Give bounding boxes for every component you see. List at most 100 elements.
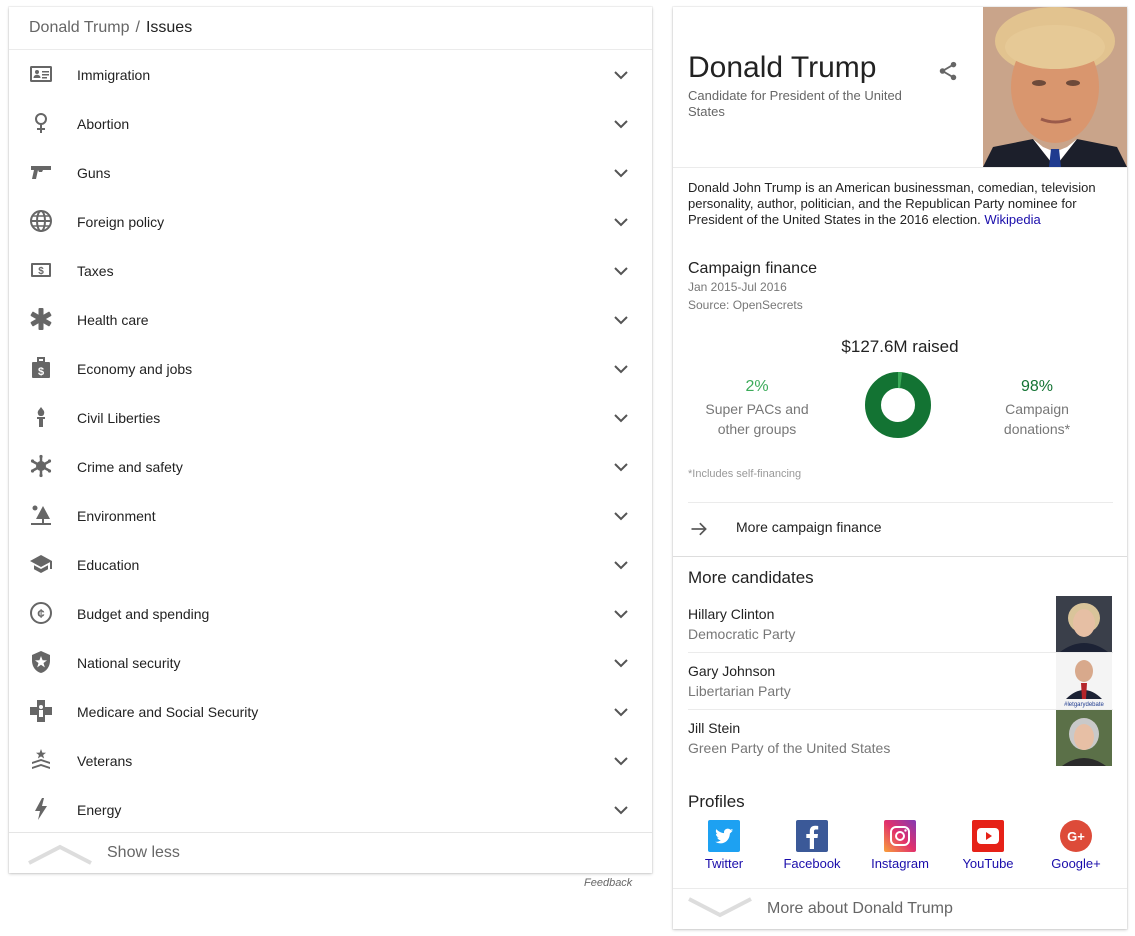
issue-label: Education [77, 556, 140, 573]
super-pac-label-line-1: Super PACs and [705, 401, 809, 417]
chevron-down-icon[interactable] [612, 605, 630, 623]
twitter-icon [708, 820, 740, 852]
issue-label: Immigration [77, 66, 151, 83]
profile-google-plus[interactable]: G+ Google+ [1032, 820, 1120, 871]
candidate-gary-johnson[interactable]: Gary Johnson Libertarian Party #letgaryd… [688, 653, 1112, 709]
issue-label: Budget and spending [77, 605, 210, 622]
torch-icon [29, 405, 53, 429]
chevron-down-icon[interactable] [612, 311, 630, 329]
svg-text:$: $ [38, 266, 44, 277]
issue-row-guns[interactable]: Guns [9, 148, 652, 197]
graduation-cap-icon [29, 552, 53, 576]
candidate-name: Jill Stein [688, 720, 741, 736]
panel-header: Donald Trump Candidate for President of … [673, 7, 1127, 168]
issues-list: Immigration Abortion Guns Foreign policy $ Ta… [9, 50, 652, 834]
profile-facebook[interactable]: Facebook [768, 820, 856, 871]
issue-label: Crime and safety [77, 458, 183, 475]
profile-label: YouTube [962, 856, 1014, 871]
issue-label: National security [77, 654, 181, 671]
feedback-link[interactable]: Feedback [584, 877, 632, 889]
id-card-icon [29, 62, 53, 86]
portrait-photo[interactable] [983, 7, 1127, 167]
svg-text:¢: ¢ [37, 606, 44, 621]
more-campaign-finance-link[interactable]: More campaign finance [673, 503, 1127, 556]
issue-row-national-security[interactable]: National security [9, 638, 652, 687]
chevron-star-icon [29, 748, 53, 772]
finance-donut-chart [865, 372, 931, 438]
chevron-down-icon[interactable] [612, 360, 630, 378]
profile-instagram[interactable]: Instagram [856, 820, 944, 871]
panel-subtitle: Candidate for President of the United St… [688, 88, 902, 119]
medical-asterisk-icon [29, 307, 53, 331]
candidate-jill-stein[interactable]: Jill Stein Green Party of the United Sta… [688, 710, 1112, 766]
issue-label: Health care [77, 311, 149, 328]
profile-label: Google+ [1051, 856, 1101, 871]
show-less-button[interactable]: Show less [9, 832, 652, 873]
issue-label: Environment [77, 507, 156, 524]
issue-label: Civil Liberties [77, 409, 161, 426]
candidate-name: Gary Johnson [688, 663, 776, 679]
youtube-icon [972, 820, 1004, 852]
more-about-button[interactable]: More about Donald Trump [673, 888, 1127, 929]
issue-row-veterans[interactable]: Veterans [9, 736, 652, 785]
super-pac-label: Super PACs and other groups [687, 399, 827, 439]
chevron-down-icon[interactable] [612, 262, 630, 280]
chevron-down-icon[interactable] [612, 458, 630, 476]
issue-row-environment[interactable]: Environment [9, 491, 652, 540]
issue-row-energy[interactable]: Energy [9, 785, 652, 834]
issue-label: Veterans [77, 752, 133, 769]
issue-label: Guns [77, 164, 111, 181]
medical-cross-person-icon [29, 699, 53, 723]
issue-row-civil-liberties[interactable]: Civil Liberties [9, 393, 652, 442]
issue-row-taxes[interactable]: $ Taxes [9, 246, 652, 295]
tree-sun-icon [29, 503, 53, 527]
issue-row-health-care[interactable]: Health care [9, 295, 652, 344]
chevron-down-icon[interactable] [612, 213, 630, 231]
issue-label: Economy and jobs [77, 360, 193, 377]
issue-row-budget-and-spending[interactable]: ¢ Budget and spending [9, 589, 652, 638]
super-pac-label-line-2: other groups [717, 421, 797, 437]
wikipedia-link[interactable]: Wikipedia [984, 212, 1040, 227]
sheriff-star-icon [29, 454, 53, 478]
arrow-right-icon [691, 522, 707, 536]
candidate-photo [1056, 710, 1112, 766]
chevron-down-icon[interactable] [612, 752, 630, 770]
chevron-down-icon[interactable] [612, 654, 630, 672]
money-bill-icon: $ [29, 258, 53, 282]
issue-row-economy-and-jobs[interactable]: $ Economy and jobs [9, 344, 652, 393]
chevron-down-icon[interactable] [612, 507, 630, 525]
finance-source: Source: OpenSecrets [688, 298, 803, 312]
chevron-down-icon[interactable] [612, 409, 630, 427]
profile-youtube[interactable]: YouTube [944, 820, 1032, 871]
more-campaign-finance-label: More campaign finance [736, 519, 882, 535]
globe-icon [29, 209, 53, 233]
chevron-down-icon[interactable] [612, 66, 630, 84]
candidate-photo: #letgarydebate [1056, 653, 1112, 709]
chevron-down-icon[interactable] [612, 115, 630, 133]
issue-row-immigration[interactable]: Immigration [9, 50, 652, 99]
lightning-icon [29, 797, 53, 821]
chevron-down-icon[interactable] [612, 556, 630, 574]
svg-text:G+: G+ [1067, 829, 1085, 844]
share-icon[interactable] [937, 60, 959, 82]
issue-row-abortion[interactable]: Abortion [9, 99, 652, 148]
svg-text:$: $ [38, 366, 44, 378]
candidate-hillary-clinton[interactable]: Hillary Clinton Democratic Party [688, 596, 1112, 652]
issue-row-crime-and-safety[interactable]: Crime and safety [9, 442, 652, 491]
issue-row-foreign-policy[interactable]: Foreign policy [9, 197, 652, 246]
issue-row-education[interactable]: Education [9, 540, 652, 589]
chevron-down-icon[interactable] [612, 703, 630, 721]
campaign-donations-label: Campaign donations* [967, 399, 1107, 439]
divider [673, 556, 1127, 557]
candidate-photo [1056, 596, 1112, 652]
breadcrumb-parent-link[interactable]: Donald Trump [29, 19, 130, 37]
candidate-party: Democratic Party [688, 626, 796, 642]
chevron-down-icon[interactable] [612, 801, 630, 819]
cent-coin-icon: ¢ [29, 601, 53, 625]
breadcrumb-current: Issues [145, 19, 193, 36]
chevron-down-icon[interactable] [612, 164, 630, 182]
issue-row-medicare-and-social-security[interactable]: Medicare and Social Security [9, 687, 652, 736]
show-less-label: Show less [107, 844, 180, 861]
issue-label: Medicare and Social Security [77, 703, 259, 720]
profile-twitter[interactable]: Twitter [680, 820, 768, 871]
